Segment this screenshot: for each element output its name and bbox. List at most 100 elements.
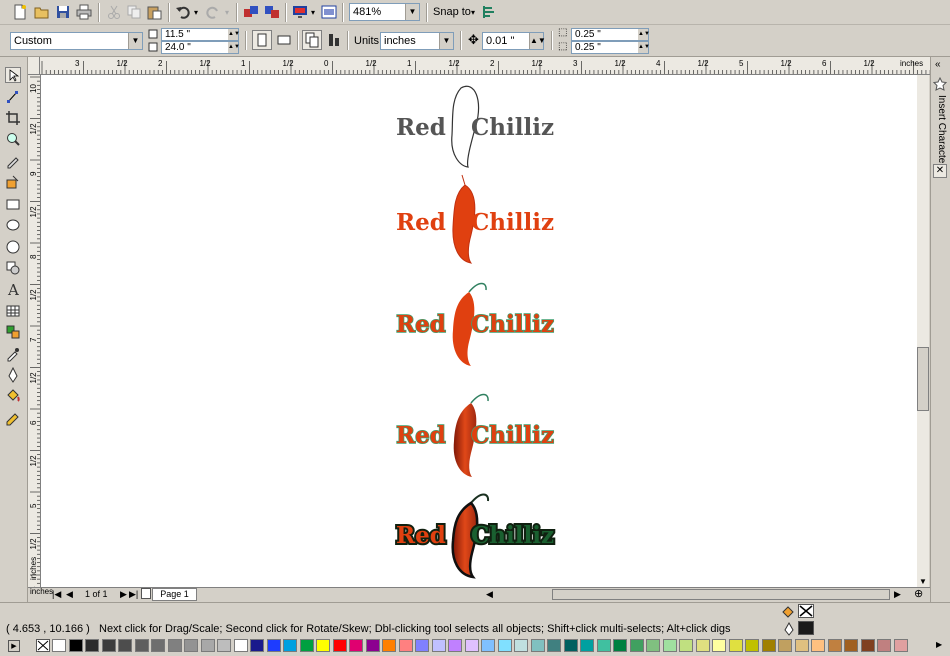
all-pages-button[interactable] bbox=[302, 30, 322, 50]
spin-arrows-icon[interactable]: ▲▼ bbox=[228, 29, 240, 40]
palette-swatch[interactable] bbox=[250, 639, 264, 652]
new-icon[interactable] bbox=[12, 4, 28, 20]
palette-swatch[interactable] bbox=[596, 639, 611, 652]
palette-swatch[interactable] bbox=[200, 639, 215, 652]
palette-swatch[interactable] bbox=[184, 639, 198, 652]
palette-swatch[interactable] bbox=[712, 639, 726, 652]
copy-icon[interactable] bbox=[126, 4, 142, 20]
palette-swatch[interactable] bbox=[52, 639, 66, 652]
palette-swatch[interactable] bbox=[415, 639, 429, 652]
palette-swatch[interactable] bbox=[398, 639, 413, 652]
snap-to-button[interactable]: Snap to bbox=[433, 6, 471, 18]
application-launcher-icon[interactable] bbox=[292, 4, 308, 20]
open-icon[interactable] bbox=[34, 4, 50, 20]
palette-swatch[interactable] bbox=[349, 639, 363, 652]
palette-swatch[interactable] bbox=[811, 639, 825, 652]
insert-character-tab[interactable]: Insert Character bbox=[933, 95, 947, 195]
units-combo[interactable]: inches ▼ bbox=[380, 32, 454, 50]
undo-dropdown-icon[interactable]: ▾ bbox=[194, 8, 198, 17]
current-page-button[interactable] bbox=[324, 30, 344, 50]
docker-collapse-icon[interactable]: « bbox=[935, 59, 941, 70]
palette-swatch[interactable] bbox=[629, 639, 644, 652]
vertical-scrollbar[interactable] bbox=[917, 75, 929, 587]
export-icon[interactable] bbox=[264, 4, 280, 20]
palette-swatch[interactable] bbox=[167, 639, 182, 652]
import-icon[interactable] bbox=[243, 4, 259, 20]
palette-swatch[interactable] bbox=[514, 639, 528, 652]
launcher-dropdown-icon[interactable]: ▾ bbox=[311, 8, 315, 17]
palette-swatch[interactable] bbox=[778, 639, 792, 652]
vertical-ruler[interactable]: 101/291/281/271/261/251/24inches bbox=[28, 75, 41, 587]
palette-swatch[interactable] bbox=[646, 639, 660, 652]
palette-swatch[interactable] bbox=[794, 639, 809, 652]
palette-swatch[interactable] bbox=[481, 639, 495, 652]
palette-swatch[interactable] bbox=[316, 639, 330, 652]
nudge-distance-field[interactable]: 0.01 " ▲▼ bbox=[482, 32, 546, 50]
horizontal-scroll-thumb[interactable] bbox=[552, 589, 890, 600]
previous-page-icon[interactable]: ◀ bbox=[66, 589, 73, 600]
spin-arrows-icon[interactable]: ▲▼ bbox=[638, 42, 650, 53]
smart-fill-tool-icon[interactable] bbox=[5, 174, 21, 190]
palette-swatch[interactable] bbox=[299, 639, 314, 652]
zoom-tool-icon[interactable] bbox=[5, 131, 21, 147]
palette-swatch[interactable] bbox=[448, 639, 462, 652]
palette-swatch[interactable] bbox=[613, 639, 627, 652]
palette-swatch[interactable] bbox=[464, 639, 479, 652]
ellipse-tool-icon[interactable] bbox=[5, 217, 21, 233]
vertical-scroll-thumb[interactable] bbox=[917, 347, 929, 411]
redo-dropdown-icon[interactable]: ▾ bbox=[225, 8, 229, 17]
page-height-field[interactable]: 24.0 " ▲▼ bbox=[161, 41, 240, 54]
fill-tool-icon[interactable] bbox=[5, 388, 21, 404]
rectangle-tool-icon[interactable] bbox=[5, 196, 21, 212]
add-page-icon[interactable] bbox=[141, 588, 151, 599]
pick-tool-icon[interactable] bbox=[5, 67, 21, 83]
basic-shapes-tool-icon[interactable] bbox=[5, 260, 21, 276]
palette-swatch[interactable] bbox=[745, 639, 759, 652]
first-page-icon[interactable]: |◀ bbox=[52, 589, 61, 600]
palette-swatch[interactable] bbox=[151, 639, 165, 652]
drawing-canvas[interactable]: Red Chilliz Red Chilliz Red Chilliz Red … bbox=[41, 75, 917, 587]
palette-swatch[interactable] bbox=[365, 639, 380, 652]
close-icon[interactable]: ✕ bbox=[933, 164, 947, 178]
palette-swatch[interactable] bbox=[266, 639, 281, 652]
eyedropper-tool-icon[interactable] bbox=[5, 346, 21, 362]
duplicate-x-field[interactable]: 0.25 " ▲▼ bbox=[571, 28, 650, 41]
scroll-right-icon[interactable]: ▶ bbox=[894, 589, 901, 600]
page-tab[interactable]: Page 1 bbox=[152, 588, 197, 601]
palette-swatch[interactable] bbox=[695, 639, 710, 652]
freehand-tool-icon[interactable] bbox=[5, 153, 21, 169]
palette-swatch[interactable] bbox=[563, 639, 578, 652]
palette-swatch[interactable] bbox=[431, 639, 446, 652]
page-width-field[interactable]: 11.5 " ▲▼ bbox=[161, 28, 240, 41]
palette-swatch[interactable] bbox=[217, 639, 231, 652]
palette-swatch[interactable] bbox=[497, 639, 512, 652]
palette-swatch[interactable] bbox=[530, 639, 545, 652]
palette-swatch[interactable] bbox=[134, 639, 149, 652]
chevron-down-icon[interactable]: ▼ bbox=[439, 33, 453, 49]
palette-swatch[interactable] bbox=[233, 639, 248, 652]
palette-swatch[interactable] bbox=[85, 639, 99, 652]
ruler-origin[interactable] bbox=[28, 57, 40, 75]
horizontal-ruler[interactable]: 3 1/2 2 1/2 1 1/2 0 1/2 1 1/2 2 1/2 3 1/2 4 1/2 5 1/2 6 1/2… bbox=[40, 57, 930, 75]
chevron-down-icon[interactable]: ▼ bbox=[405, 4, 419, 20]
palette-swatch[interactable] bbox=[893, 639, 908, 652]
palette-swatch[interactable] bbox=[728, 639, 743, 652]
last-page-icon[interactable]: ▶| bbox=[129, 589, 138, 600]
paper-preset-combo[interactable]: Custom ▼ bbox=[10, 32, 143, 50]
scroll-left-icon[interactable]: ◀ bbox=[486, 589, 493, 600]
palette-swatch[interactable] bbox=[118, 639, 132, 652]
palette-swatch[interactable] bbox=[761, 639, 776, 652]
palette-swatch[interactable] bbox=[662, 639, 677, 652]
no-color-swatch[interactable] bbox=[36, 639, 50, 652]
palette-swatch[interactable] bbox=[68, 639, 83, 652]
zoom-navigator-icon[interactable]: ⊕ bbox=[914, 587, 923, 600]
palette-swatch[interactable] bbox=[877, 639, 891, 652]
paste-icon[interactable] bbox=[146, 4, 162, 20]
landscape-button[interactable] bbox=[274, 30, 294, 50]
palette-scroll-icon[interactable]: ▶ bbox=[8, 640, 20, 652]
redo-icon[interactable] bbox=[205, 4, 221, 20]
table-tool-icon[interactable] bbox=[5, 303, 21, 319]
spin-arrows-icon[interactable]: ▲▼ bbox=[228, 42, 240, 53]
zoom-level-combo[interactable]: 481% ▼ bbox=[349, 3, 420, 21]
spin-arrows-icon[interactable]: ▲▼ bbox=[529, 33, 546, 49]
